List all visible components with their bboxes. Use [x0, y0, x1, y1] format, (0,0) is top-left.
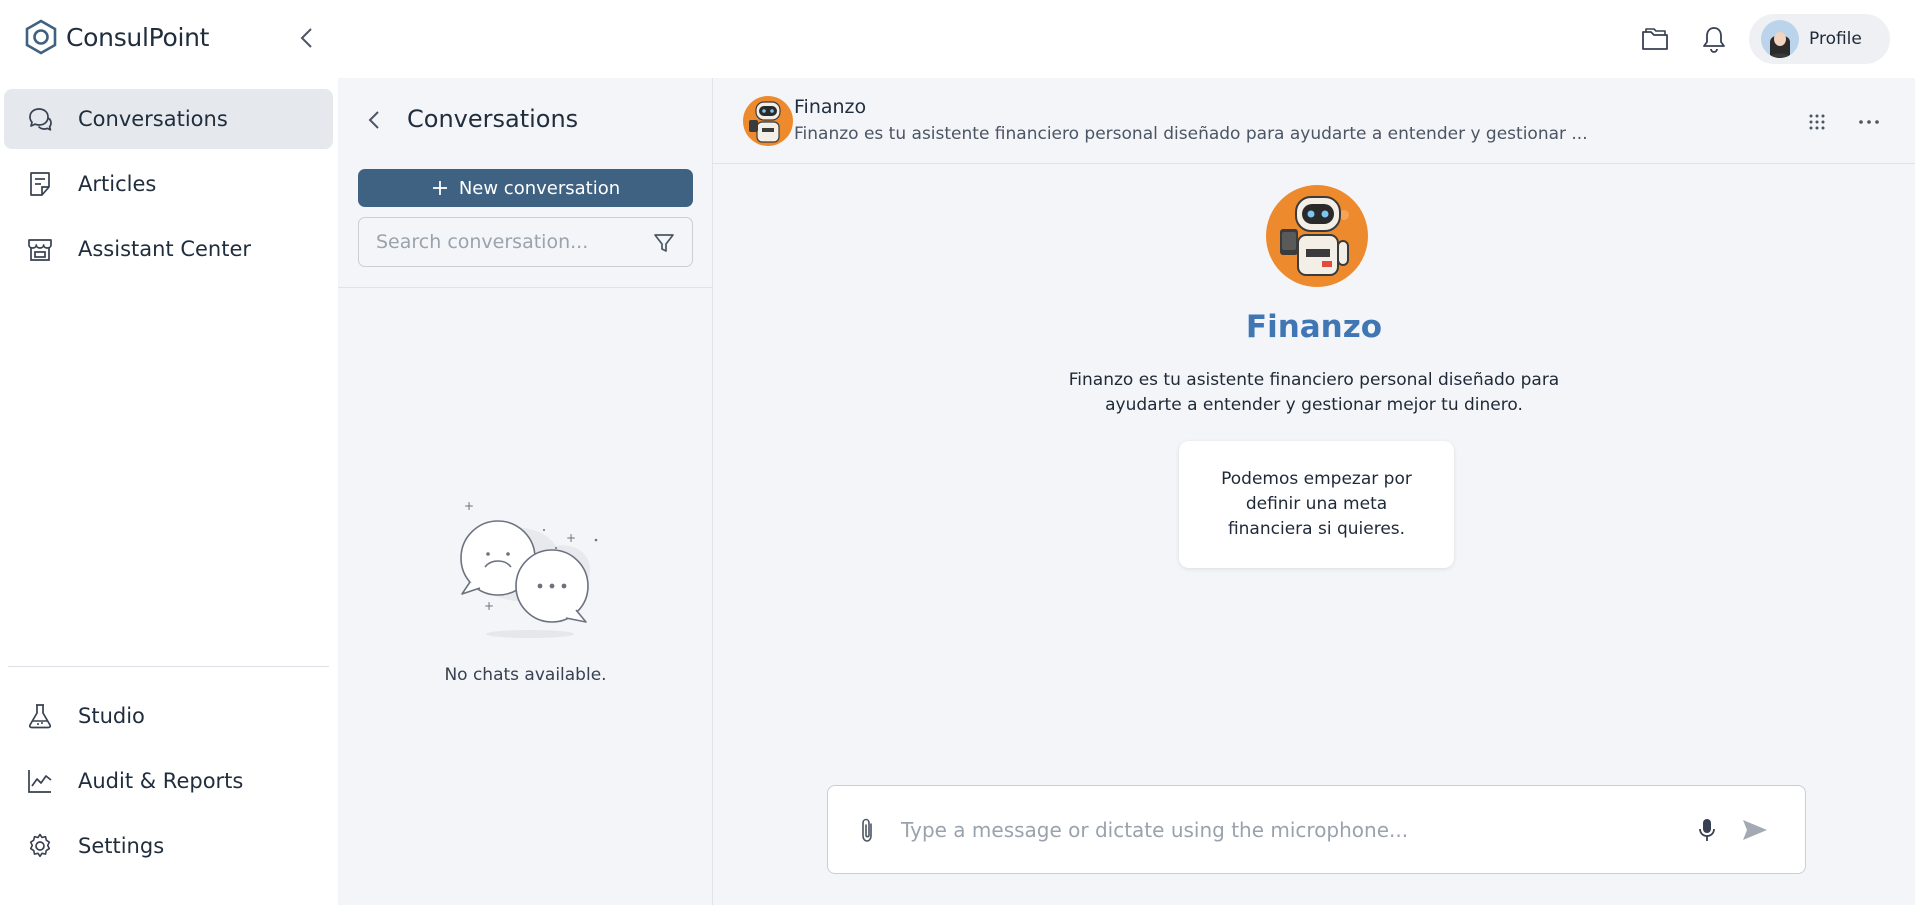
more-horizontal-icon	[1859, 120, 1879, 124]
avatar	[1761, 20, 1799, 58]
notifications-button[interactable]	[1697, 22, 1731, 56]
message-composer	[827, 785, 1806, 874]
panel-title: Conversations	[407, 105, 579, 133]
chat-bubbles-icon	[29, 108, 52, 131]
chevron-left-icon	[368, 111, 379, 129]
storefront-icon	[28, 239, 52, 261]
panel-divider	[338, 287, 713, 288]
collapse-sidebar-button[interactable]	[292, 22, 322, 54]
robot-avatar-icon	[1280, 196, 1349, 276]
apps-grid-button[interactable]	[1801, 106, 1833, 138]
attach-button[interactable]	[850, 813, 884, 847]
sidebar-item-assistant-center[interactable]: Assistant Center	[4, 219, 333, 279]
back-button[interactable]	[358, 104, 390, 136]
chat-area: Finanzo Finanzo es tu asistente financie…	[713, 78, 1915, 905]
profile-label: Profile	[1809, 29, 1862, 49]
assistant-large-avatar	[1266, 185, 1368, 287]
chat-header: Finanzo Finanzo es tu asistente financie…	[713, 78, 1915, 164]
send-icon	[1743, 820, 1767, 840]
search-box	[358, 217, 693, 267]
app-name: ConsulPoint	[66, 22, 210, 52]
grid-dots-icon	[1809, 114, 1825, 130]
send-button[interactable]	[1738, 813, 1772, 847]
new-conversation-button[interactable]: New conversation	[358, 169, 693, 207]
sidebar-item-label: Studio	[78, 704, 145, 728]
sidebar-item-label: Conversations	[78, 107, 228, 131]
top-bar: ConsulPoint Profile	[0, 0, 1915, 78]
sidebar-item-label: Articles	[78, 172, 157, 196]
document-icon	[30, 172, 50, 196]
flask-icon	[28, 704, 52, 729]
sidebar-item-label: Assistant Center	[78, 237, 252, 261]
bell-icon	[1703, 27, 1725, 53]
new-conversation-label: New conversation	[458, 177, 621, 199]
assistant-title: Finanzo	[1245, 309, 1383, 345]
sidebar-item-studio[interactable]: Studio	[4, 686, 333, 746]
sidebar-divider	[8, 666, 329, 667]
plus-icon	[432, 181, 447, 195]
more-options-button[interactable]	[1853, 106, 1885, 138]
message-input[interactable]	[901, 814, 1681, 846]
assistant-description: Finanzo es tu asistente financiero perso…	[1068, 370, 1560, 415]
svg-text:+: +	[484, 599, 494, 613]
folder-button[interactable]	[1638, 22, 1672, 56]
svg-text:+: +	[566, 531, 576, 545]
assistant-avatar[interactable]	[743, 96, 793, 146]
folder-icon	[1642, 28, 1668, 50]
sidebar: Conversations Articles Assistant Center …	[0, 78, 338, 905]
sidebar-item-label: Settings	[78, 834, 165, 858]
assistant-short-description: Finanzo es tu asistente financiero perso…	[794, 124, 1588, 144]
sidebar-item-audit-reports[interactable]: Audit & Reports	[4, 751, 333, 811]
microphone-button[interactable]	[1690, 813, 1724, 847]
filter-button[interactable]	[650, 229, 678, 257]
sidebar-item-label: Audit & Reports	[78, 769, 244, 793]
profile-button[interactable]: Profile	[1749, 14, 1890, 64]
microphone-icon	[1699, 819, 1715, 841]
assistant-name: Finanzo	[794, 96, 867, 118]
user-avatar-icon	[1769, 32, 1791, 58]
conversations-panel: Conversations New conversation + + + No …	[338, 78, 713, 905]
empty-state-text: No chats available.	[444, 665, 607, 685]
svg-text:+: +	[464, 499, 474, 513]
empty-chats-illustration: + + +	[460, 499, 598, 638]
logo-hexagon-icon	[25, 19, 57, 55]
chevron-left-icon	[300, 28, 312, 48]
app-logo[interactable]: ConsulPoint	[22, 18, 209, 56]
gear-icon	[29, 833, 51, 858]
suggestion-card[interactable]: Podemos empezar por definir una meta fin…	[1179, 441, 1454, 568]
robot-avatar-icon	[749, 101, 781, 143]
line-chart-icon	[28, 770, 52, 793]
paperclip-icon	[862, 818, 872, 842]
filter-icon	[654, 234, 674, 252]
search-input[interactable]	[376, 231, 631, 253]
sidebar-item-articles[interactable]: Articles	[4, 154, 333, 214]
sidebar-item-settings[interactable]: Settings	[4, 816, 333, 876]
sidebar-item-conversations[interactable]: Conversations	[4, 89, 333, 149]
